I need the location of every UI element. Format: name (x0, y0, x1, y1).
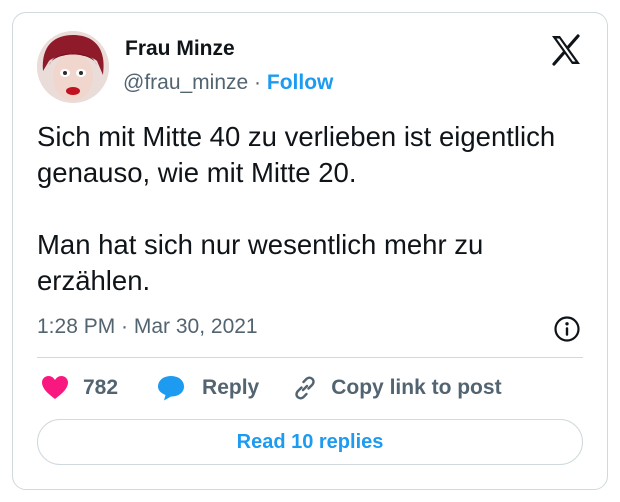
like-button[interactable]: 782 (41, 375, 118, 401)
divider (37, 357, 583, 358)
x-logo-icon[interactable] (549, 33, 583, 67)
speech-bubble-icon (158, 376, 185, 401)
action-bar: 782 Reply Copy link to post (37, 371, 502, 405)
copy-link-label: Copy link to post (331, 376, 502, 399)
tweet-paragraph: Man hat sich nur wesentlich mehr zu erzä… (37, 229, 484, 296)
tweet-timestamp[interactable]: 1:28 PM · Mar 30, 2021 (37, 315, 258, 339)
author-display-name[interactable]: Frau Minze (125, 37, 235, 61)
author-handle[interactable]: @frau_minze (123, 71, 248, 94)
like-count: 782 (83, 376, 119, 399)
reply-label: Reply (202, 376, 260, 399)
follow-button[interactable]: Follow (267, 71, 334, 94)
read-replies-button[interactable]: Read 10 replies (37, 419, 583, 465)
handle-separator: · (254, 71, 262, 94)
avatar[interactable] (37, 31, 109, 103)
heart-icon (42, 376, 68, 399)
tweet-card: Frau Minze @frau_minze · Follow Sich mit… (12, 12, 608, 490)
author-handle-row: @frau_minze · Follow (123, 71, 333, 95)
tweet-text: Sich mit Mitte 40 zu verlieben ist eigen… (37, 119, 577, 299)
info-icon[interactable] (553, 315, 581, 343)
link-icon (295, 376, 315, 400)
tweet-paragraph: Sich mit Mitte 40 zu verlieben ist eigen… (37, 121, 556, 188)
copy-link-button[interactable]: Copy link to post (291, 374, 502, 402)
reply-button[interactable]: Reply (156, 374, 259, 402)
